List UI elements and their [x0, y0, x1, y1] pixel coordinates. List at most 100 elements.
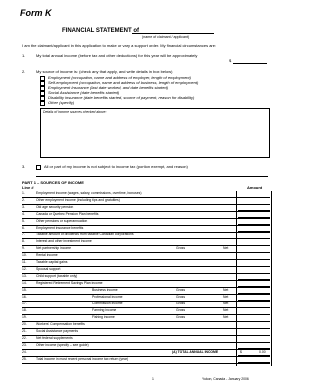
row-label: Child support (taxable only) — [36, 273, 78, 278]
footer-jurisdiction: Yukon, Canada - January 2006 — [202, 377, 249, 381]
row-amount-field[interactable] — [238, 272, 270, 274]
gross-label: Gross — [176, 315, 186, 320]
row-label: Professional income — [92, 294, 123, 299]
row-amount-field[interactable] — [238, 217, 270, 219]
row-amount-field[interactable] — [238, 355, 270, 357]
intro-text: I am the claimant/applicant in this appl… — [22, 43, 217, 48]
row-label: Social Assistance payments — [36, 329, 79, 333]
exempt-detail-line[interactable] — [36, 176, 268, 177]
row-amount-field[interactable] — [238, 238, 270, 239]
row-rule — [22, 300, 270, 302]
row-label: Workers' Compensation benefits — [36, 322, 85, 327]
row-number: 5. — [22, 218, 25, 223]
source-other: Other (specify) — [48, 100, 75, 105]
row-label: Business income — [92, 287, 118, 292]
row-amount-field[interactable] — [238, 279, 270, 281]
row-number: 7. — [22, 232, 25, 237]
checkbox-not-taxable[interactable] — [36, 165, 41, 170]
gross-label: Gross — [176, 287, 186, 292]
row-amount-field[interactable] — [238, 210, 270, 212]
claimant-name-field[interactable] — [132, 33, 214, 34]
row-amount-field[interactable] — [238, 251, 270, 253]
row-label: Other pensions or superannuation — [36, 218, 88, 223]
row-number: 23. — [22, 342, 27, 347]
checkbox-other[interactable] — [40, 101, 45, 106]
row-rule — [22, 307, 270, 309]
row-number: 24. — [22, 349, 27, 354]
amount-header: Amount — [247, 185, 263, 190]
row-rule — [22, 314, 270, 316]
row-number: 8. — [22, 239, 25, 244]
row-label: Other income (specify – see guide) — [36, 342, 89, 347]
income-details-box[interactable] — [40, 108, 270, 158]
gross-label: Gross — [176, 301, 186, 306]
row-amount-field[interactable] — [238, 327, 270, 329]
row-label: Registered Retirement Savings Plan incom… — [36, 280, 103, 285]
row-amount-field[interactable] — [238, 286, 270, 288]
net-label: Net — [223, 315, 229, 320]
amount-column-rule — [236, 191, 237, 366]
gross-label: Gross — [176, 308, 186, 313]
row-number: 16. — [22, 294, 27, 299]
net-label: Net — [223, 287, 229, 292]
row-number: 12. — [22, 266, 27, 271]
details-hint: Details of income sources checked above: — [43, 110, 107, 114]
item-2-number: 2. — [22, 69, 26, 74]
row-number: 20. — [22, 322, 27, 327]
row-amount-field[interactable] — [238, 244, 270, 246]
total-dollar: $ — [240, 349, 242, 354]
row-number: 25. — [22, 356, 27, 361]
row-label: Farming income — [92, 308, 117, 313]
row-label: Employment insurance benefits — [36, 225, 84, 230]
row-label: Canada or Quebec Pension Plan benefits — [36, 211, 99, 216]
row-number: 2. — [22, 197, 25, 202]
row-rule — [22, 286, 270, 288]
row-label: Interest and other investment income — [36, 239, 92, 244]
row-amount-field[interactable] — [238, 362, 270, 364]
item-1-dollar: $ — [229, 58, 232, 63]
row-number: 10. — [22, 253, 27, 258]
gross-label: Gross — [176, 246, 186, 251]
row-label: Old age security pension — [36, 204, 74, 209]
total-annual-income-value[interactable]: 0.00 — [259, 350, 266, 354]
net-label: Net — [223, 308, 229, 313]
row-amount-field[interactable] — [238, 265, 270, 267]
row-number: 1. — [22, 191, 25, 195]
row-amount-field[interactable] — [238, 196, 270, 198]
row-number: 13. — [22, 273, 27, 278]
row-number: 11. — [22, 260, 27, 264]
row-number: 19. — [22, 315, 27, 320]
row-amount-field[interactable] — [238, 341, 270, 343]
row-amount-field[interactable] — [238, 258, 270, 260]
row-number: 15. — [22, 287, 27, 292]
row-amount-field[interactable] — [238, 313, 270, 315]
row-amount-field[interactable] — [238, 293, 270, 295]
net-label: Net — [223, 294, 229, 299]
row-amount-field[interactable] — [238, 224, 270, 226]
row-amount-field[interactable] — [238, 203, 270, 205]
row-label: Employment income (wages, salary, commis… — [36, 191, 142, 195]
row-label: Fishing income — [92, 315, 115, 320]
claimant-hint: (name of claimant / applicant) — [142, 35, 190, 39]
form-title: Form K — [20, 8, 52, 18]
row-number: 6. — [22, 225, 25, 230]
row-amount-field[interactable] — [238, 300, 270, 302]
row-amount-field[interactable] — [238, 307, 270, 308]
row-rule — [22, 293, 270, 295]
row-label: Total income in most recent personal inc… — [36, 356, 129, 361]
annual-income-field[interactable] — [233, 63, 267, 64]
net-label: Net — [223, 301, 229, 306]
row-rule — [22, 348, 270, 350]
form-page: Form K FINANCIAL STATEMENT of (name of c… — [0, 0, 298, 386]
item-1-text: My total annual income (before tax and o… — [36, 53, 198, 58]
row-number: 22. — [22, 335, 27, 340]
row-label: Other employment income (including tips … — [36, 197, 120, 202]
row-number: 3. — [22, 204, 25, 209]
row-label: Taxable amount of dividends from taxable… — [36, 232, 134, 237]
row-amount-field[interactable] — [238, 320, 270, 322]
row-number: 9. — [22, 246, 25, 251]
row-label: Commission income — [92, 301, 123, 306]
row-amount-field[interactable] — [238, 334, 270, 336]
row-number: 18. — [22, 308, 27, 313]
row-amount-field[interactable] — [238, 231, 270, 233]
